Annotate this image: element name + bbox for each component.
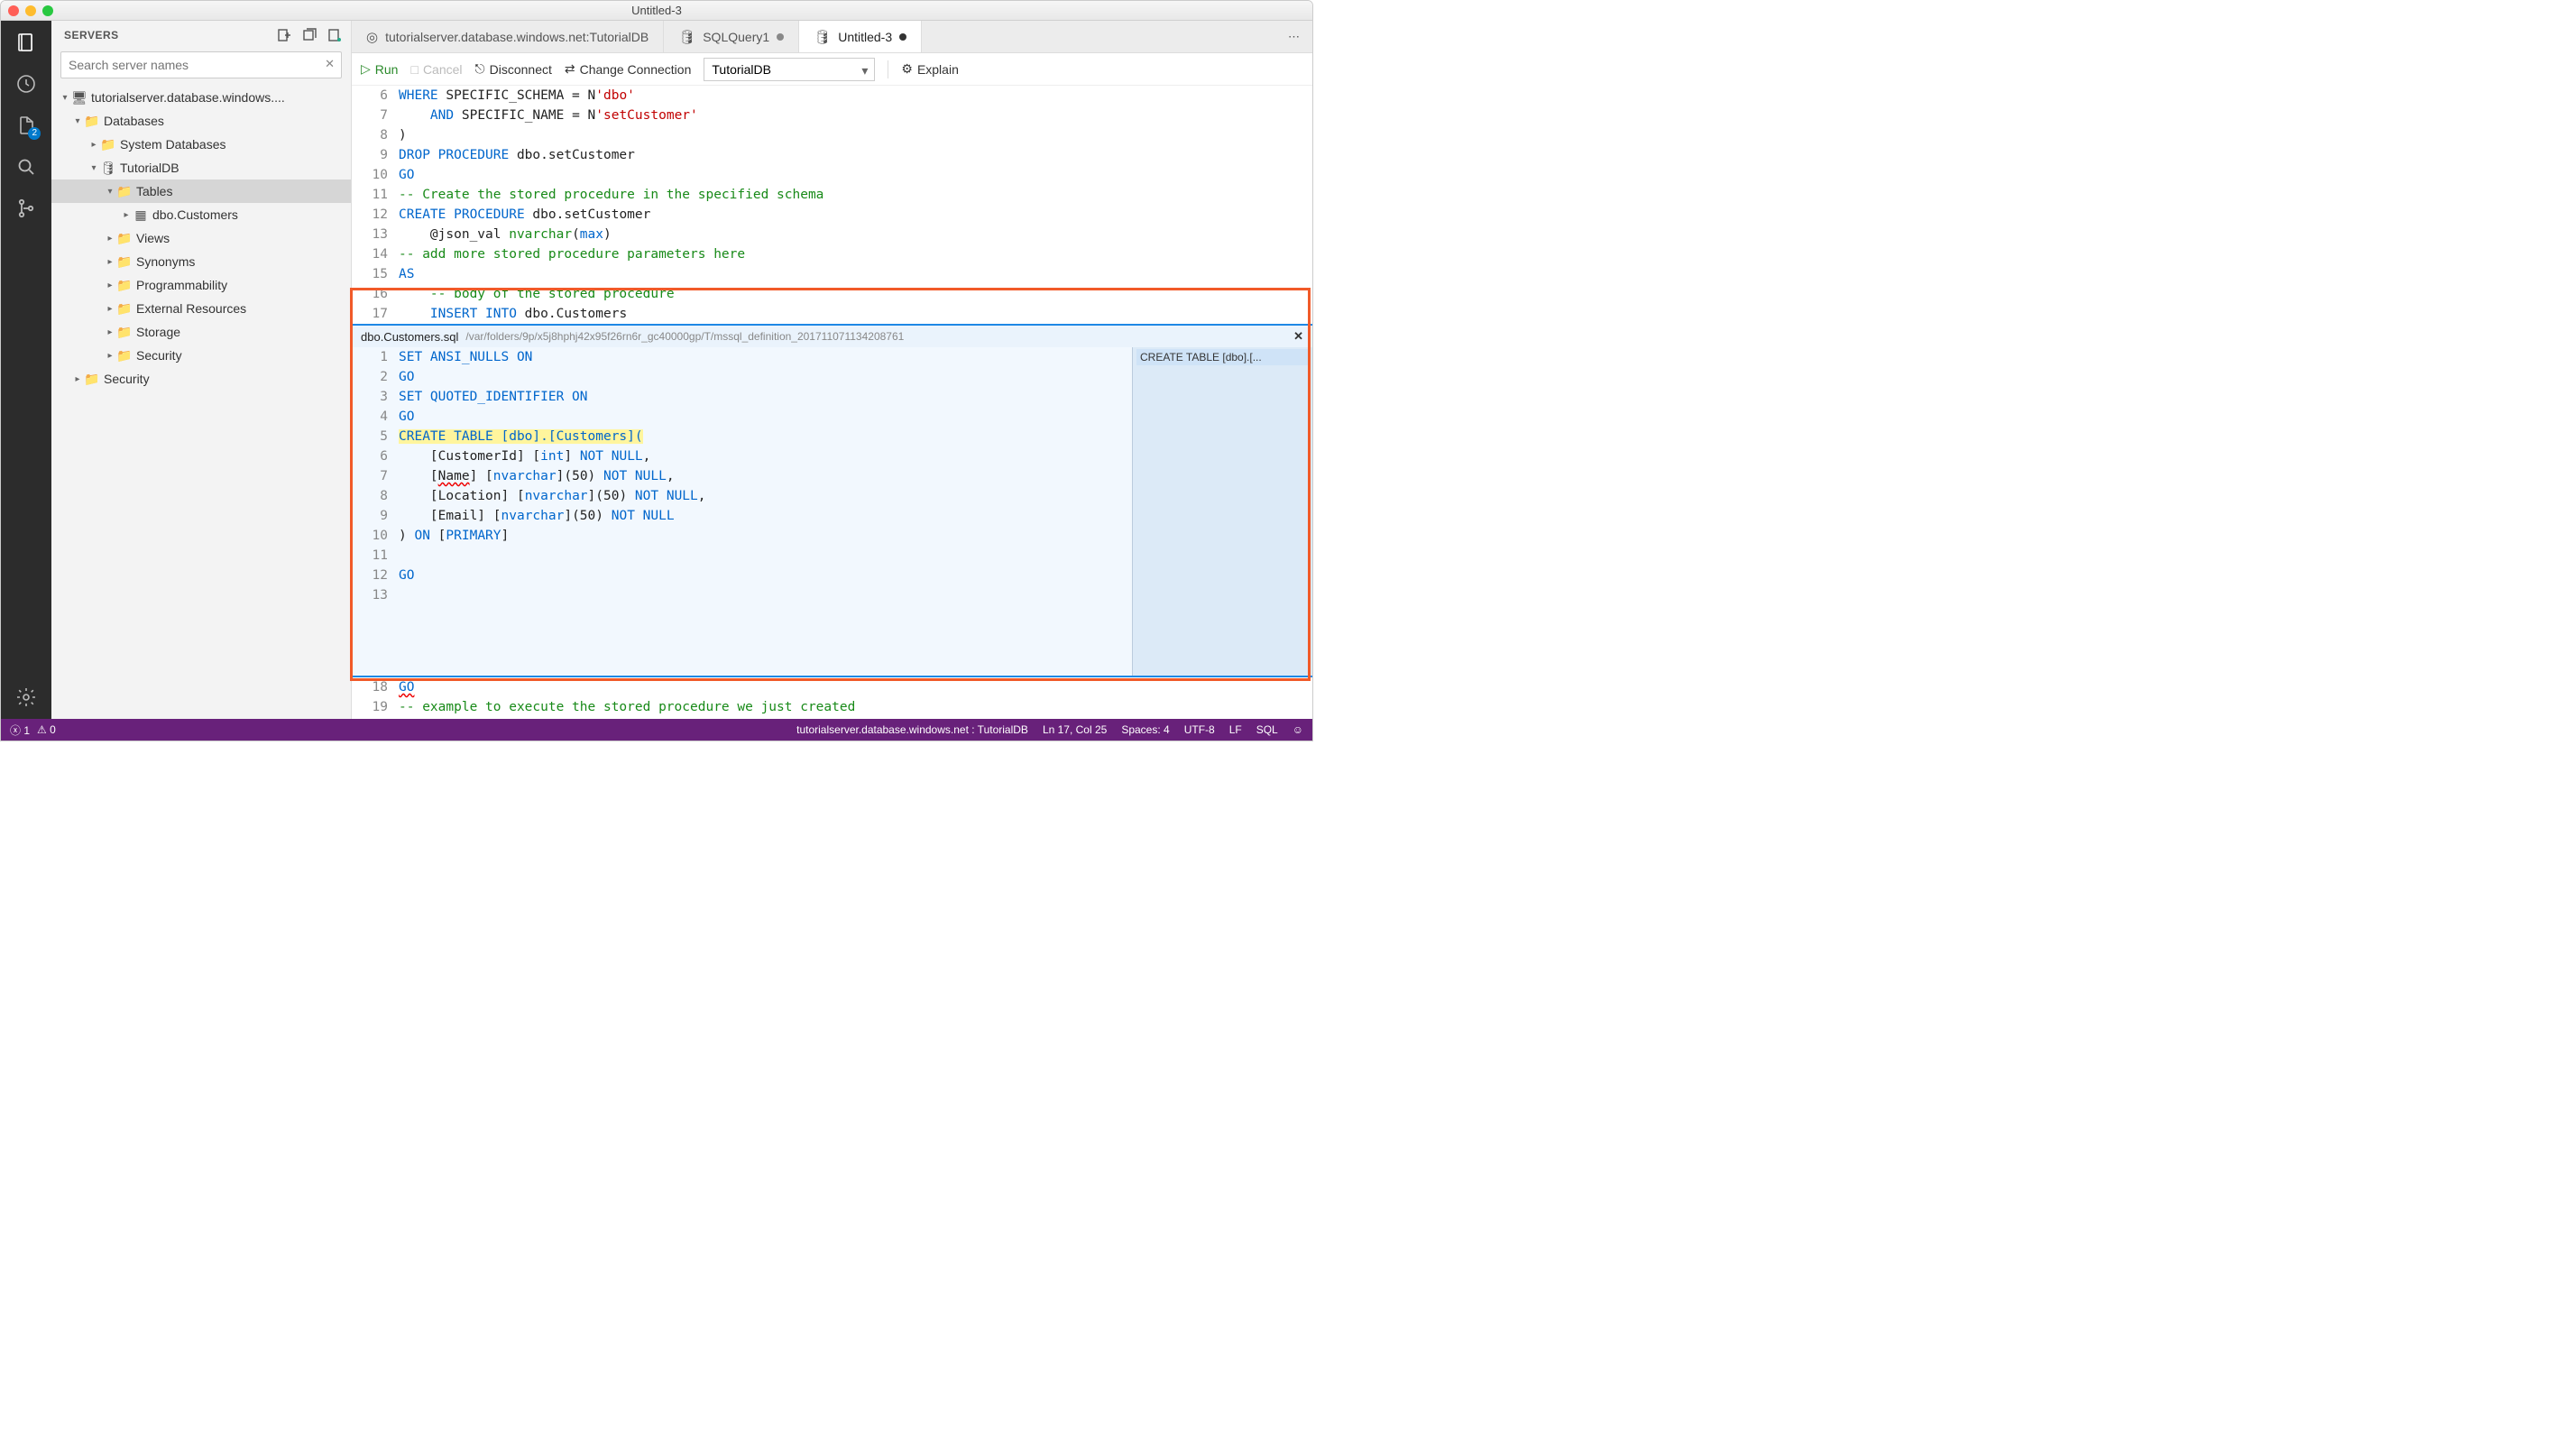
gutter: 67891011121314151617	[352, 86, 399, 324]
peek-filename: dbo.Customers.sql	[361, 330, 458, 344]
code-content[interactable]: SET ANSI_NULLS ONGOSET QUOTED_IDENTIFIER…	[399, 347, 1132, 676]
database-select-wrap: TutorialDB	[704, 58, 875, 81]
dbo-customers-node[interactable]: ▸▦dbo.Customers	[51, 203, 351, 226]
tasks-icon[interactable]	[14, 71, 39, 97]
server-tree: ▾🖥tutorialserver.database.windows.... ▾📁…	[51, 86, 351, 719]
peek-close-icon[interactable]: ✕	[1293, 329, 1303, 344]
explain-icon: ⚙	[901, 61, 913, 77]
database-select[interactable]: TutorialDB	[704, 58, 875, 81]
new-connection-icon[interactable]	[327, 28, 342, 42]
errors-indicator[interactable]: ⓧ 1	[10, 722, 30, 738]
settings-icon[interactable]	[14, 685, 39, 710]
security-node[interactable]: ▸📁Security	[51, 344, 351, 367]
disconnect-icon: ⎋	[475, 61, 485, 77]
change-connection-button[interactable]: ⇄Change Connection	[565, 61, 692, 77]
play-icon: ▷	[361, 61, 371, 77]
window-controls	[8, 5, 53, 16]
peek-reference-item[interactable]: CREATE TABLE [dbo].[...	[1136, 349, 1309, 365]
databases-node[interactable]: ▾📁Databases	[51, 109, 351, 133]
sidebar-title: SERVERS	[64, 29, 119, 41]
synonyms-node[interactable]: ▸📁Synonyms	[51, 250, 351, 273]
cancel-button[interactable]: □Cancel	[410, 62, 462, 77]
sidebar: SERVERS ✕ ▾🖥tutorialserver.database.wind…	[51, 21, 352, 719]
close-window-icon[interactable]	[8, 5, 19, 16]
server-search: ✕	[60, 51, 342, 78]
tab-dashboard[interactable]: ◎ tutorialserver.database.windows.net:Tu…	[352, 21, 664, 52]
status-eol[interactable]: LF	[1229, 723, 1242, 736]
system-databases-node[interactable]: ▸📁System Databases	[51, 133, 351, 156]
programmability-node[interactable]: ▸📁Programmability	[51, 273, 351, 297]
sidebar-header: SERVERS	[51, 21, 351, 48]
external-resources-node[interactable]: ▸📁External Resources	[51, 297, 351, 320]
dashboard-icon: ◎	[366, 29, 378, 45]
gutter: 1819	[352, 677, 399, 719]
tables-node[interactable]: ▾📁Tables	[51, 179, 351, 203]
status-connection[interactable]: tutorialserver.database.windows.net : Tu…	[796, 723, 1028, 736]
warnings-indicator[interactable]: ⚠ 0	[37, 723, 56, 736]
views-node[interactable]: ▸📁Views	[51, 226, 351, 250]
security-top-node[interactable]: ▸📁Security	[51, 367, 351, 391]
peek-header: dbo.Customers.sql /var/folders/9p/x5j8hp…	[352, 326, 1312, 347]
editor-tabs: ◎ tutorialserver.database.windows.net:Tu…	[352, 21, 1312, 53]
tab-sqlquery1[interactable]: 🛢 SQLQuery1	[664, 21, 799, 52]
run-button[interactable]: ▷Run	[361, 61, 398, 77]
titlebar: Untitled-3	[1, 1, 1312, 21]
status-spaces[interactable]: Spaces: 4	[1121, 723, 1169, 736]
peek-filepath: /var/folders/9p/x5j8hphj42x95f26rn6r_gc4…	[465, 330, 1286, 343]
code-content[interactable]: WHERE SPECIFIC_SCHEMA = N'dbo' AND SPECI…	[399, 86, 1312, 324]
new-query-icon[interactable]	[277, 28, 291, 42]
tab-untitled3[interactable]: 🛢 Untitled-3	[799, 21, 922, 52]
server-node[interactable]: ▾🖥tutorialserver.database.windows....	[51, 86, 351, 109]
warning-icon: ⚠	[37, 723, 47, 736]
editor-area: ◎ tutorialserver.database.windows.net:Tu…	[352, 21, 1312, 719]
change-connection-icon: ⇄	[565, 61, 575, 77]
maximize-window-icon[interactable]	[42, 5, 53, 16]
activity-bar: 2	[1, 21, 51, 719]
status-bar: ⓧ 1 ⚠ 0 tutorialserver.database.windows.…	[1, 719, 1312, 741]
query-toolbar: ▷Run □Cancel ⎋Disconnect ⇄Change Connect…	[352, 53, 1312, 86]
explain-button[interactable]: ⚙Explain	[901, 61, 958, 77]
tab-overflow-icon[interactable]: ⋯	[1275, 21, 1312, 52]
explorer-badge: 2	[28, 127, 41, 140]
peek-view: dbo.Customers.sql /var/folders/9p/x5j8hp…	[352, 324, 1312, 677]
minimize-window-icon[interactable]	[25, 5, 36, 16]
tutorialdb-node[interactable]: ▾🛢TutorialDB	[51, 156, 351, 179]
disconnect-button[interactable]: ⎋Disconnect	[475, 61, 552, 77]
status-encoding[interactable]: UTF-8	[1184, 723, 1215, 736]
app-window: Untitled-3 2	[0, 0, 1313, 741]
error-icon: ⓧ	[10, 724, 21, 737]
status-position[interactable]: Ln 17, Col 25	[1043, 723, 1107, 736]
storage-node[interactable]: ▸📁Storage	[51, 320, 351, 344]
editor-bottom[interactable]: 1819 GO-- example to execute the stored …	[352, 677, 1312, 719]
clear-search-icon[interactable]: ✕	[325, 57, 335, 71]
peek-references: CREATE TABLE [dbo].[...	[1132, 347, 1312, 676]
search-icon[interactable]	[14, 154, 39, 179]
peek-editor[interactable]: 12345678910111213 SET ANSI_NULLS ONGOSET…	[352, 347, 1132, 676]
server-search-input[interactable]	[60, 51, 342, 78]
database-icon: 🛢	[678, 29, 695, 45]
explorer-icon[interactable]: 2	[14, 113, 39, 138]
dirty-indicator-icon	[777, 33, 784, 41]
new-server-group-icon[interactable]	[302, 28, 317, 42]
servers-icon[interactable]	[14, 30, 39, 55]
window-title: Untitled-3	[631, 4, 682, 17]
code-content[interactable]: GO-- example to execute the stored proce…	[399, 677, 1312, 719]
dirty-indicator-icon	[899, 33, 906, 41]
feedback-icon[interactable]: ☺	[1293, 723, 1303, 736]
database-icon: 🛢	[814, 29, 831, 45]
status-language[interactable]: SQL	[1256, 723, 1278, 736]
editor-stack: 67891011121314151617 WHERE SPECIFIC_SCHE…	[352, 86, 1312, 719]
editor-top[interactable]: 67891011121314151617 WHERE SPECIFIC_SCHE…	[352, 86, 1312, 324]
gutter: 12345678910111213	[352, 347, 399, 676]
source-control-icon[interactable]	[14, 196, 39, 221]
stop-icon: □	[410, 62, 418, 77]
